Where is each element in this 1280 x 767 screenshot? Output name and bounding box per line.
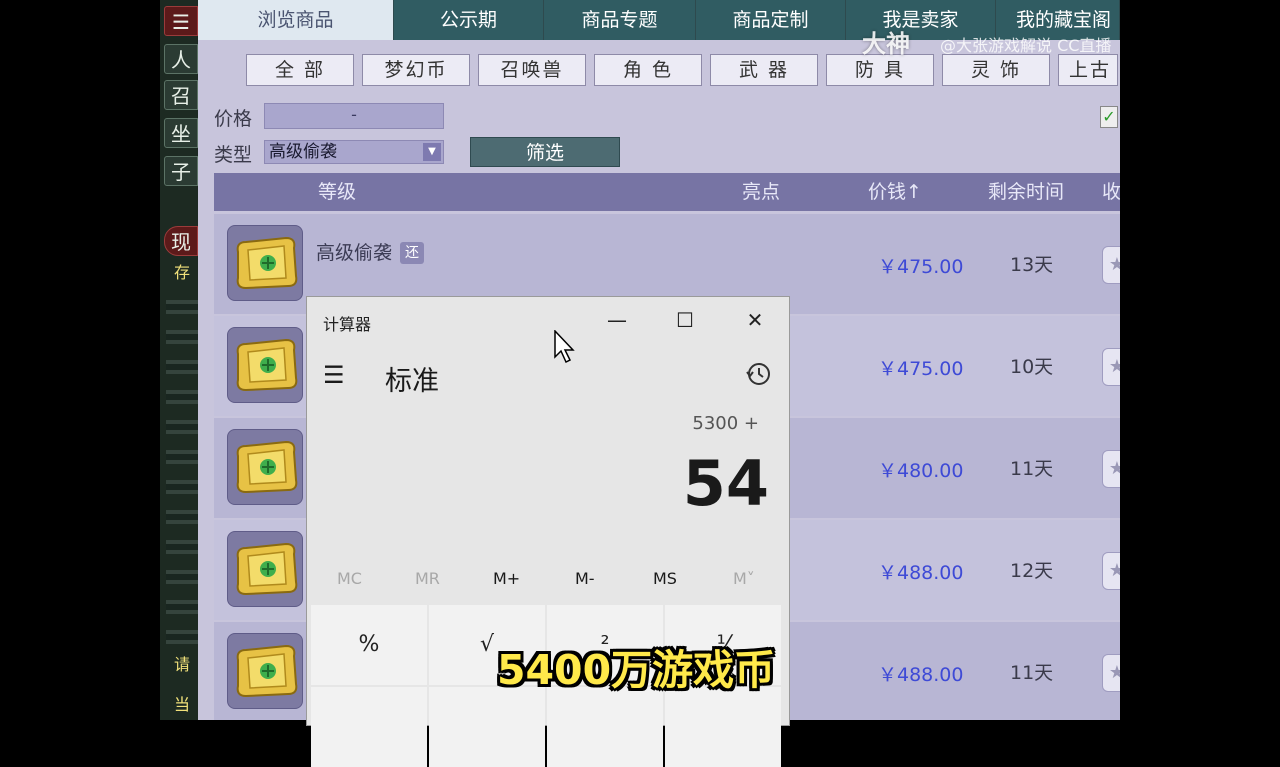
memory-store-button[interactable]: MS — [653, 569, 677, 588]
skill-book-icon[interactable] — [227, 225, 303, 301]
item-remaining-time: 12天 — [1010, 560, 1054, 582]
item-price: ￥480.00 — [878, 460, 964, 482]
item-remaining-time: 11天 — [1010, 458, 1054, 480]
category-currency[interactable]: 梦幻币 — [362, 54, 470, 86]
category-bar: 全 部 梦幻币 召唤兽 角 色 武 器 防 具 灵 饰 上古 — [246, 54, 1118, 86]
skill-book-icon[interactable] — [227, 327, 303, 403]
side-button-child[interactable]: 子 — [164, 156, 198, 186]
expression-display: 5300 + — [692, 413, 759, 434]
calculator-title: 计算器 — [323, 315, 372, 334]
memory-subtract-button[interactable]: M- — [575, 569, 595, 588]
category-ancient[interactable]: 上古 — [1058, 54, 1118, 86]
favorite-star-icon[interactable]: ★ — [1102, 246, 1120, 284]
type-select-value: 高级偷袭 — [269, 142, 337, 162]
key[interactable] — [429, 687, 545, 767]
price-label: 价格 — [214, 108, 253, 130]
hamburger-menu-icon[interactable]: ☰ — [323, 361, 345, 389]
memory-list-button[interactable]: M˅ — [733, 569, 755, 588]
header-remaining[interactable]: 剩余时间 — [988, 173, 1064, 211]
side-button-cash[interactable]: 现 — [164, 226, 198, 256]
category-role[interactable]: 角 色 — [594, 54, 702, 86]
tab-topics[interactable]: 商品专题 — [544, 0, 696, 40]
side-button-mount[interactable]: 坐 — [164, 118, 198, 148]
memory-add-button[interactable]: M+ — [493, 569, 520, 588]
watermark-brand: 大神 — [862, 30, 910, 58]
type-label: 类型 — [214, 144, 253, 166]
side-tag: 请 — [173, 655, 190, 674]
tab-browse[interactable]: 浏览商品 — [198, 0, 394, 40]
checkbox[interactable]: ✓ — [1100, 106, 1118, 128]
result-display: 54 — [682, 447, 769, 520]
filter-button[interactable]: 筛选 — [470, 137, 620, 167]
header-price[interactable]: 价钱↑ — [868, 173, 922, 211]
favorite-star-icon[interactable]: ★ — [1102, 552, 1120, 590]
header-level[interactable]: 等级 — [318, 173, 356, 211]
dropdown-arrow-icon[interactable]: ▼ — [423, 143, 441, 161]
key[interactable] — [665, 687, 781, 767]
minimize-icon[interactable]: — — [597, 305, 637, 335]
table-header: 等级 亮点 价钱↑ 剩余时间 收 — [214, 173, 1120, 211]
key[interactable] — [311, 687, 427, 767]
side-button-label: 子 — [171, 160, 191, 184]
price-range-input[interactable]: - — [264, 103, 444, 129]
category-summon[interactable]: 召唤兽 — [478, 54, 586, 86]
item-price: ￥488.00 — [878, 562, 964, 584]
percent-key[interactable]: % — [311, 605, 427, 685]
category-all[interactable]: 全 部 — [246, 54, 354, 86]
side-tag: 存 — [173, 263, 190, 282]
skill-book-icon[interactable] — [227, 429, 303, 505]
favorite-star-icon[interactable]: ★ — [1102, 348, 1120, 386]
header-highlight[interactable]: 亮点 — [742, 173, 780, 211]
video-subtitle: 5400万游戏币 — [497, 646, 776, 694]
favorite-star-icon[interactable]: ★ — [1102, 654, 1120, 692]
side-button-label: 人 — [171, 48, 191, 72]
item-price: ￥475.00 — [878, 358, 964, 380]
game-side-strip: ☰ 人 召 坐 子 现 存 请 当 — [160, 0, 198, 720]
skill-book-icon[interactable] — [227, 633, 303, 709]
close-icon[interactable]: ✕ — [735, 305, 775, 335]
item-remaining-time: 11天 — [1010, 662, 1054, 684]
calculator-mode: 标准 — [385, 366, 439, 397]
header-favorite[interactable]: 收 — [1102, 173, 1120, 211]
side-button-label: 现 — [171, 230, 191, 254]
item-name-text: 高级偷袭 — [316, 242, 393, 264]
tab-announcement[interactable]: 公示期 — [394, 0, 544, 40]
item-badge: 还 — [400, 242, 425, 264]
tab-custom[interactable]: 商品定制 — [696, 0, 846, 40]
side-button-character[interactable]: 人 — [164, 44, 198, 74]
side-button-summon[interactable]: 召 — [164, 80, 198, 110]
memory-recall-button[interactable]: MR — [415, 569, 440, 588]
item-remaining-time: 13天 — [1010, 254, 1054, 276]
item-price: ￥488.00 — [878, 664, 964, 686]
mouse-cursor-icon — [554, 329, 576, 368]
side-button-label: 召 — [171, 84, 191, 108]
maximize-icon[interactable]: ☐ — [665, 305, 705, 335]
item-name: 高级偷袭还 — [316, 238, 425, 265]
key[interactable] — [547, 687, 663, 767]
history-icon[interactable] — [745, 361, 771, 393]
favorite-star-icon[interactable]: ★ — [1102, 450, 1120, 488]
item-remaining-time: 10天 — [1010, 356, 1054, 378]
watermark-handle: @大张游戏解说 CC直播 — [940, 36, 1112, 55]
side-menu-icon[interactable]: ☰ — [164, 6, 198, 36]
item-price: ￥475.00 — [878, 256, 964, 278]
side-button-label: 坐 — [171, 122, 191, 146]
side-ornament — [166, 300, 198, 660]
category-weapon[interactable]: 武 器 — [710, 54, 818, 86]
side-tag: 当 — [173, 695, 190, 714]
memory-clear-button[interactable]: MC — [337, 569, 362, 588]
category-accessory[interactable]: 灵 饰 — [942, 54, 1050, 86]
type-select[interactable]: 高级偷袭 ▼ — [264, 140, 444, 164]
skill-book-icon[interactable] — [227, 531, 303, 607]
